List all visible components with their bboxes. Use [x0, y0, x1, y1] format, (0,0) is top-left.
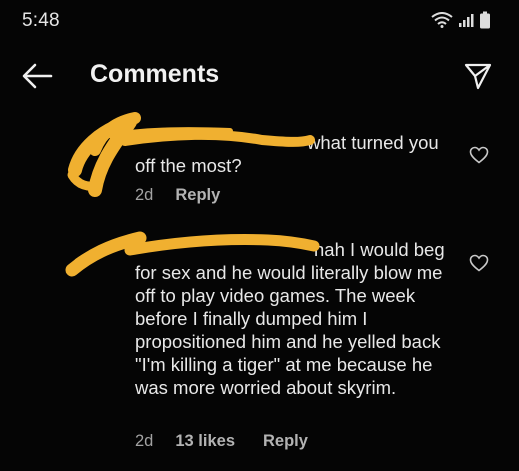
- comment-body: what turned you off the most?: [135, 132, 439, 176]
- page-title: Comments: [90, 60, 220, 88]
- reply-button[interactable]: Reply: [175, 186, 220, 205]
- reply-button[interactable]: Reply: [263, 432, 308, 451]
- status-icons: [431, 11, 491, 29]
- wifi-icon: [431, 12, 453, 28]
- battery-icon: [480, 11, 490, 29]
- send-icon[interactable]: [463, 61, 493, 91]
- status-time: 5:48: [22, 10, 60, 31]
- heart-icon[interactable]: [469, 146, 489, 164]
- heart-icon[interactable]: [469, 254, 489, 272]
- comment-body: nah I would beg for sex and he would lit…: [135, 239, 445, 398]
- comment-meta: 2d Reply: [135, 186, 220, 205]
- signal-icon: [459, 14, 474, 27]
- comment-age: 2d: [135, 186, 154, 204]
- comment-text: what turned you off the most?: [135, 131, 455, 177]
- comment-age: 2d: [135, 432, 154, 450]
- comment-meta: 2d 13 likes Reply: [135, 432, 308, 451]
- likes-count[interactable]: 13 likes: [175, 432, 235, 451]
- back-arrow-icon[interactable]: [20, 61, 54, 91]
- comment-text: nah I would beg for sex and he would lit…: [135, 238, 465, 399]
- status-bar: 5:48: [0, 0, 519, 40]
- comments-header: Comments: [0, 50, 519, 100]
